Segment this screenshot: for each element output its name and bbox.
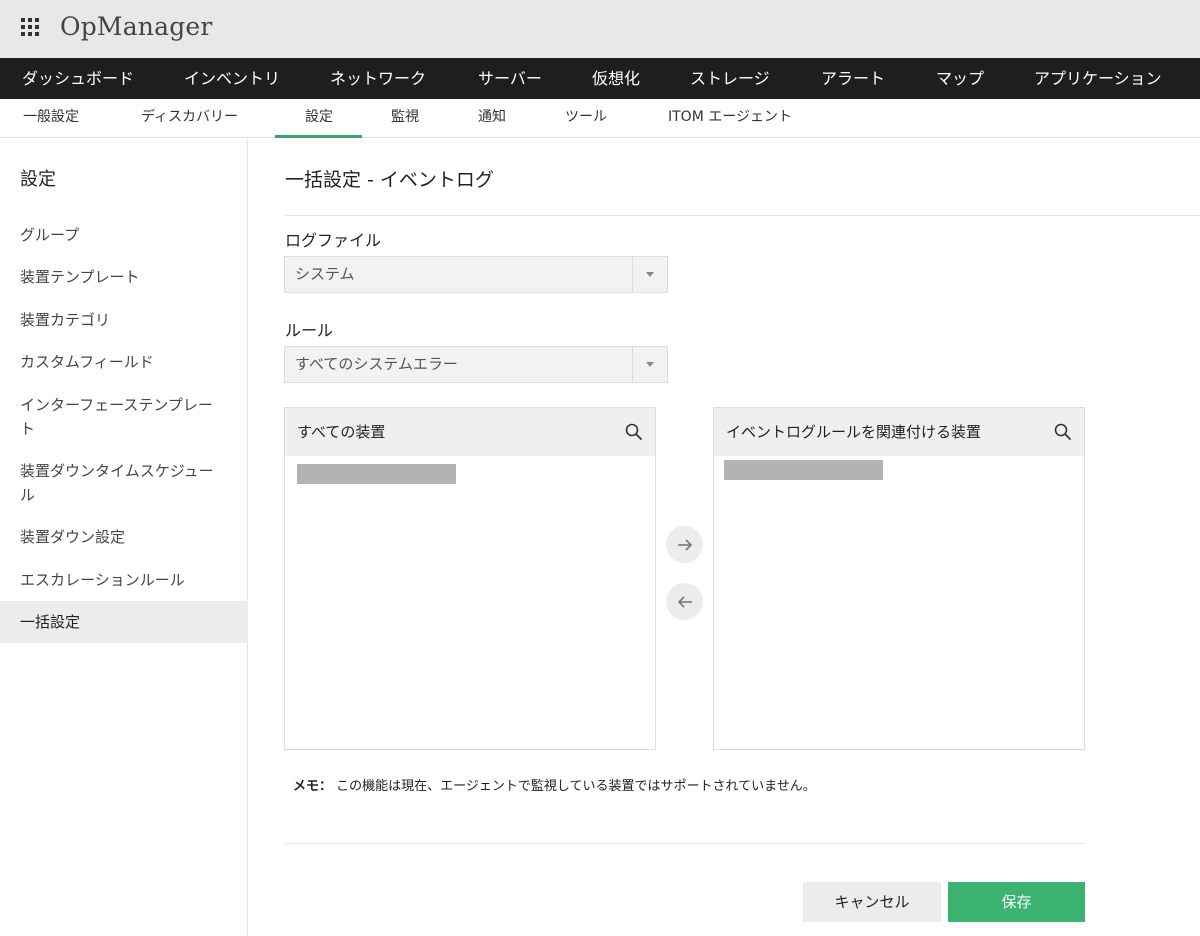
- main-nav: ダッシュボード インベントリ ネットワーク サーバー 仮想化 ストレージ アラー…: [0, 58, 1200, 99]
- selected-devices-panel: イベントログルールを関連付ける装置: [713, 407, 1085, 750]
- memo-text: この機能は現在、エージェントで監視している装置ではサポートされていません。: [336, 779, 816, 794]
- sub-nav: 一般設定 ディスカバリー 設定 監視 通知 ツール ITOM エージェント: [0, 99, 1200, 138]
- device-list-item[interactable]: [724, 460, 883, 480]
- cancel-button[interactable]: キャンセル: [803, 882, 941, 922]
- tab-discovery[interactable]: ディスカバリー: [141, 99, 238, 137]
- search-icon[interactable]: [624, 422, 644, 442]
- rule-select[interactable]: すべてのシステムエラー: [284, 346, 668, 383]
- sidebar: 設定 グループ 装置テンプレート 装置カテゴリ カスタムフィールド インターフェ…: [0, 139, 248, 936]
- available-devices-title: すべての装置: [297, 423, 386, 441]
- nav-item-network[interactable]: ネットワーク: [330, 58, 426, 99]
- panel-header: イベントログルールを関連付ける装置: [714, 408, 1084, 456]
- rule-value: すべてのシステムエラー: [295, 355, 458, 373]
- arrow-right-icon: [677, 538, 692, 551]
- memo-note: メモ： この機能は現在、エージェントで監視している装置ではサポートされていません…: [293, 775, 816, 794]
- nav-item-virtualization[interactable]: 仮想化: [592, 58, 640, 99]
- rule-label: ルール: [285, 321, 334, 340]
- nav-item-applications[interactable]: アプリケーション: [1034, 58, 1162, 99]
- tab-itom-agent[interactable]: ITOM エージェント: [668, 99, 792, 137]
- available-devices-panel: すべての装置: [284, 407, 656, 750]
- nav-item-servers[interactable]: サーバー: [478, 58, 542, 99]
- panel-header: すべての装置: [285, 408, 655, 456]
- nav-item-inventory[interactable]: インベントリ: [184, 58, 280, 99]
- app-title: OpManager: [60, 12, 213, 41]
- tab-general-settings[interactable]: 一般設定: [23, 99, 79, 137]
- arrow-left-icon: [677, 595, 692, 608]
- save-button[interactable]: 保存: [948, 882, 1085, 922]
- nav-item-alarms[interactable]: アラート: [821, 58, 885, 99]
- sidebar-item-interface-templates[interactable]: インターフェーステンプレート: [0, 393, 218, 441]
- device-list-item[interactable]: [297, 464, 456, 484]
- divider: [632, 347, 633, 382]
- memo-label: メモ：: [293, 779, 333, 794]
- move-right-button[interactable]: [666, 526, 703, 563]
- sidebar-item-custom-fields[interactable]: カスタムフィールド: [0, 350, 248, 374]
- sidebar-item-device-categories[interactable]: 装置カテゴリ: [0, 308, 248, 332]
- tab-tools[interactable]: ツール: [565, 99, 607, 137]
- chevron-down-icon: [646, 272, 654, 277]
- selected-devices-title: イベントログルールを関連付ける装置: [726, 423, 982, 441]
- log-file-select[interactable]: システム: [284, 256, 668, 293]
- log-file-value: システム: [295, 265, 355, 283]
- move-left-button[interactable]: [666, 583, 703, 620]
- nav-item-storage[interactable]: ストレージ: [690, 58, 770, 99]
- nav-item-maps[interactable]: マップ: [936, 58, 984, 99]
- tab-configuration[interactable]: 設定: [305, 99, 333, 137]
- sidebar-title: 設定: [20, 169, 56, 190]
- sidebar-item-device-down-settings[interactable]: 装置ダウン設定: [0, 525, 248, 549]
- sidebar-item-escalation-rules[interactable]: エスカレーションルール: [0, 568, 248, 592]
- active-tab-indicator: [275, 135, 362, 138]
- sidebar-item-downtime-schedules[interactable]: 装置ダウンタイムスケジュール: [0, 459, 218, 507]
- grid-icon[interactable]: [21, 18, 41, 38]
- tab-monitoring[interactable]: 監視: [391, 99, 419, 137]
- chevron-down-icon: [646, 362, 654, 367]
- nav-item-dashboard[interactable]: ダッシュボード: [22, 58, 134, 99]
- divider: [285, 215, 1200, 216]
- divider: [632, 257, 633, 292]
- sidebar-item-bulk-configuration[interactable]: 一括設定: [0, 601, 248, 643]
- sidebar-item-device-templates[interactable]: 装置テンプレート: [0, 265, 248, 289]
- page-title: 一括設定 - イベントログ: [285, 169, 494, 191]
- tab-notifications[interactable]: 通知: [478, 99, 506, 137]
- app-header: OpManager: [0, 0, 1200, 58]
- divider: [285, 843, 1085, 844]
- log-file-label: ログファイル: [285, 231, 382, 250]
- search-icon[interactable]: [1053, 422, 1073, 442]
- sidebar-item-groups[interactable]: グループ: [0, 223, 248, 247]
